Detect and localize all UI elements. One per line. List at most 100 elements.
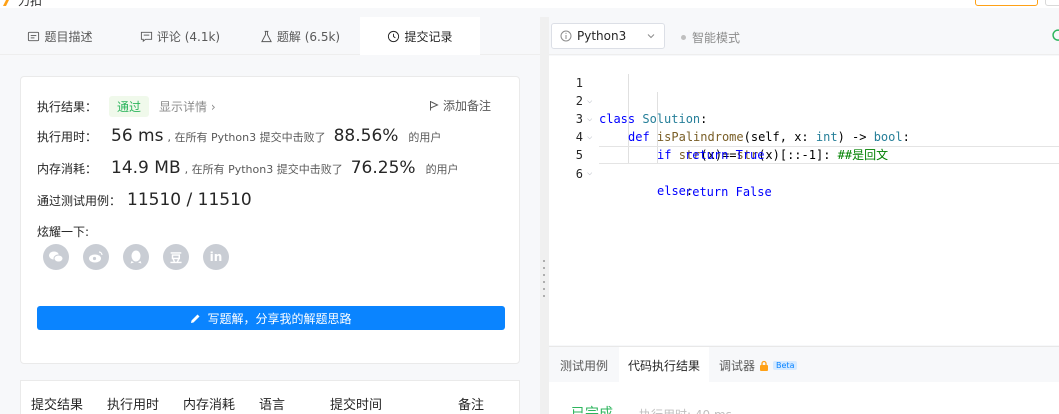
tab-solutions[interactable]: 题解 (6.5k) (240, 17, 360, 55)
code-line: 3 ⌵ if str(x)==str(x)[::-1]: ##是回文 (549, 92, 1059, 162)
comment-icon (140, 31, 152, 42)
memory-row: 内存消耗： 14.9 MB , 在所有 Python3 提交中击败了 76.25… (37, 158, 459, 178)
share-label: 炫耀一下: (37, 225, 90, 239)
language-select[interactable]: Python3 (551, 23, 665, 49)
language-select-value: Python3 (577, 29, 627, 43)
runtime-label: 执行用时： (37, 130, 98, 144)
tab-description[interactable]: 题目描述 (0, 17, 120, 55)
editor-toolbar: Python3 智能模式 (549, 17, 1059, 55)
console-output: 已完成 执行用时: 40 ms (549, 382, 1059, 414)
reset-icon[interactable] (1051, 27, 1059, 43)
code-text: return False (685, 183, 772, 201)
run-status: 已完成 (571, 406, 613, 414)
run-exec-time: 执行用时: 40 ms (639, 406, 732, 414)
grip-dot (543, 267, 545, 269)
code-line-active: 6 return False (576, 146, 1059, 199)
code-line: 1 ⌵ class Solution: (549, 56, 1059, 126)
code-line: 5 ⌵ else: (549, 128, 1059, 198)
testcases-label: 通过测试用例： (37, 194, 122, 208)
column-header[interactable]: 备注 (458, 394, 484, 413)
lock-icon (760, 360, 769, 371)
flag-icon (430, 101, 439, 111)
tab-testcase-label: 测试用例 (559, 358, 608, 373)
code-token: return (685, 185, 729, 199)
testcases-row: 通过测试用例： 11510 / 11510 (37, 190, 256, 210)
column-header[interactable]: 提交时间 (330, 394, 382, 413)
column-header[interactable]: 内存消耗 (183, 394, 235, 413)
tab-description-label: 题目描述 (44, 29, 93, 44)
smart-mode-label: 智能模式 (692, 31, 741, 45)
code-token: else (657, 184, 686, 198)
pane-resize-handle[interactable] (540, 17, 549, 414)
add-note-button[interactable]: 添加备注 (429, 97, 491, 114)
submission-result-card: 执行结果： 通过 显示详情 › 添加备注 执行用时： 56 ms , 在所有 P… (20, 76, 520, 364)
tab-testcase[interactable]: 测试用例 (549, 347, 619, 383)
line-number: 5 (575, 148, 583, 162)
logo-text: 力扣 (18, 0, 43, 8)
share-icons: 豆 in (43, 244, 229, 270)
description-icon (28, 31, 40, 41)
tab-debugger[interactable]: 调试器 Beta (719, 347, 809, 383)
memory-value: 14.9 MB (111, 158, 181, 178)
tab-solutions-label: 题解 (6.5k) (276, 29, 341, 44)
tab-submissions[interactable]: 提交记录 (360, 17, 480, 55)
code-token: False (735, 185, 772, 199)
column-header[interactable]: 提交结果 (31, 394, 83, 413)
status-badge: 通过 (109, 96, 150, 117)
grip-dot (543, 260, 545, 262)
memory-label: 内存消耗： (37, 162, 98, 176)
fold-chevron-icon[interactable]: ⌵ (587, 164, 592, 182)
wechat-glyph (49, 251, 64, 263)
tab-debugger-label: 调试器 (719, 358, 756, 373)
tab-comments[interactable]: 评论 (4.1k) (120, 17, 240, 55)
beta-badge: Beta (773, 360, 798, 370)
runtime-percentile: 88.56% (333, 126, 399, 146)
top-submit-button[interactable] (975, 0, 1038, 6)
tab-comments-label: 评论 (4.1k) (156, 29, 221, 44)
show-details-link[interactable]: 显示详情 › (159, 98, 216, 115)
console-tabs: 测试用例 代码执行结果 调试器 Beta (549, 346, 1059, 383)
memory-percentile: 76.25% (350, 158, 416, 178)
flask-icon (260, 30, 272, 42)
runtime-text: , 在所有 Python3 提交中击败了 (167, 131, 326, 144)
douban-icon[interactable]: 豆 (163, 244, 189, 270)
line-number: 6 (575, 167, 583, 181)
share-label-row: 炫耀一下: (37, 223, 89, 240)
grip-dot (543, 295, 545, 297)
memory-text: , 在所有 Python3 提交中击败了 (184, 163, 343, 176)
tab-submissions-label: 提交记录 (404, 29, 453, 44)
weibo-icon[interactable] (83, 244, 109, 270)
linkedin-icon[interactable]: in (203, 244, 229, 270)
top-navbar: 力扣 (0, 0, 1059, 8)
runtime-suffix: 的用户 (408, 131, 442, 144)
submissions-table-header: 提交结果 执行用时 内存消耗 语言 提交时间 备注 (20, 380, 520, 414)
write-solution-button[interactable]: 写题解，分享我的解题思路 (37, 306, 505, 330)
runtime-value: 56 ms (111, 126, 164, 146)
column-header[interactable]: 语言 (259, 394, 285, 413)
problem-tabs: 题目描述 评论 (4.1k) 题解 (6.5k) 提交记录 (0, 17, 540, 55)
weibo-glyph (89, 251, 103, 263)
chevron-down-icon (647, 34, 655, 39)
smart-mode-dot (681, 35, 686, 40)
code-line: 2 ⌵ def isPalindrome(self, x: int) -> bo… (549, 74, 1059, 144)
runtime-row: 执行用时： 56 ms , 在所有 Python3 提交中击败了 88.56% … (37, 126, 441, 146)
testcases-value: 11510 / 11510 (127, 190, 252, 210)
top-settings-button[interactable] (1045, 0, 1059, 6)
code-editor[interactable]: 1 ⌵ class Solution: 2 ⌵ def isPalindrome… (549, 56, 1059, 345)
tab-run-result[interactable]: 代码执行结果 (619, 347, 709, 383)
info-icon (560, 30, 572, 42)
qq-glyph (130, 250, 142, 263)
wechat-icon[interactable] (43, 244, 69, 270)
column-header[interactable]: 执行用时 (107, 394, 159, 413)
clock-icon (388, 30, 400, 42)
memory-suffix: 的用户 (425, 163, 459, 176)
smart-mode-toggle[interactable]: 智能模式 (681, 29, 740, 46)
qq-icon[interactable] (123, 244, 149, 270)
status-label: 执行结果： (37, 100, 98, 114)
grip-dot (543, 288, 545, 290)
leetcode-logo-icon[interactable] (0, 0, 16, 6)
pencil-icon (191, 314, 200, 323)
code-line: 4 return True (549, 110, 1059, 162)
grip-dot (543, 281, 545, 283)
status-row: 执行结果： 通过 显示详情 › (37, 96, 216, 117)
